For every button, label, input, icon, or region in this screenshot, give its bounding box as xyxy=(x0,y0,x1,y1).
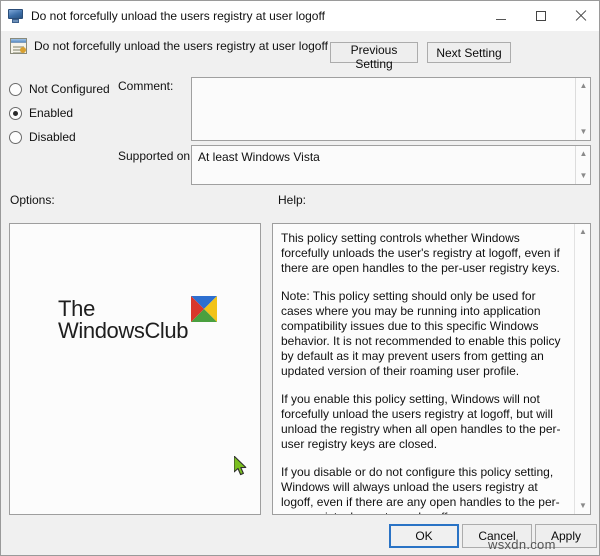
scroll-down-icon[interactable]: ▼ xyxy=(576,125,590,139)
policy-setting-icon xyxy=(10,38,27,54)
radio-not-configured[interactable]: Not Configured xyxy=(9,77,119,101)
logo-line-1: The xyxy=(58,296,96,321)
scroll-up-icon[interactable]: ▲ xyxy=(575,225,590,239)
maximize-button[interactable] xyxy=(521,1,561,31)
supported-on-scrollbar[interactable]: ▲ ▼ xyxy=(575,146,590,184)
radio-icon xyxy=(9,82,22,96)
supported-on-input[interactable]: At least Windows Vista ▲ ▼ xyxy=(191,145,591,185)
close-button[interactable] xyxy=(561,1,599,31)
minimize-button[interactable] xyxy=(481,1,521,31)
radio-label: Enabled xyxy=(29,106,74,120)
windows-club-watermark: The WindowsClub xyxy=(58,296,217,343)
help-label: Help: xyxy=(278,193,307,207)
radio-icon xyxy=(9,106,22,120)
scroll-up-icon[interactable]: ▲ xyxy=(576,147,590,161)
policy-title: Do not forcefully unload the users regis… xyxy=(34,39,328,53)
monitor-icon xyxy=(8,8,24,24)
scroll-down-icon[interactable]: ▼ xyxy=(575,499,590,513)
next-setting-button[interactable]: Next Setting xyxy=(427,42,511,63)
logo-line-2: WindowsClub xyxy=(58,318,189,343)
supported-on-label: Supported on: xyxy=(118,149,194,163)
help-panel[interactable]: This policy setting controls whether Win… xyxy=(272,223,591,515)
close-icon xyxy=(575,10,587,22)
site-watermark: wsxdn.com xyxy=(488,537,556,552)
radio-label: Disabled xyxy=(29,130,76,144)
help-paragraph: Note: This policy setting should only be… xyxy=(281,289,561,378)
four-color-square-icon xyxy=(191,296,217,322)
options-label: Options: xyxy=(10,193,55,207)
maximize-icon xyxy=(536,11,546,21)
help-paragraph: If you disable or do not configure this … xyxy=(281,465,560,514)
help-paragraph: This policy setting controls whether Win… xyxy=(281,231,560,275)
radio-icon xyxy=(9,130,22,144)
window-title: Do not forcefully unload the users regis… xyxy=(31,9,325,23)
supported-on-value: At least Windows Vista xyxy=(198,150,320,164)
radio-disabled[interactable]: Disabled xyxy=(9,125,119,149)
help-paragraph: If you enable this policy setting, Windo… xyxy=(281,392,561,451)
comment-label: Comment: xyxy=(118,79,174,93)
comment-scrollbar[interactable]: ▲ ▼ xyxy=(575,78,590,140)
help-text-body: This policy setting controls whether Win… xyxy=(273,224,574,514)
radio-enabled[interactable]: Enabled xyxy=(9,101,119,125)
options-panel[interactable]: The WindowsClub xyxy=(9,223,261,515)
window-controls xyxy=(481,1,599,31)
minimize-icon xyxy=(496,18,506,20)
title-bar: Do not forcefully unload the users regis… xyxy=(1,1,599,31)
scroll-down-icon[interactable]: ▼ xyxy=(576,169,590,183)
policy-state-radio-group: Not Configured Enabled Disabled xyxy=(9,77,119,149)
help-scrollbar[interactable]: ▲ ▼ xyxy=(574,224,590,514)
group-policy-setting-dialog: Do not forcefully unload the users regis… xyxy=(0,0,600,556)
scroll-up-icon[interactable]: ▲ xyxy=(576,79,590,93)
ok-button[interactable]: OK xyxy=(389,524,459,548)
comment-input[interactable]: ▲ ▼ xyxy=(191,77,591,141)
previous-setting-button[interactable]: Previous Setting xyxy=(330,42,418,71)
radio-label: Not Configured xyxy=(29,82,110,96)
